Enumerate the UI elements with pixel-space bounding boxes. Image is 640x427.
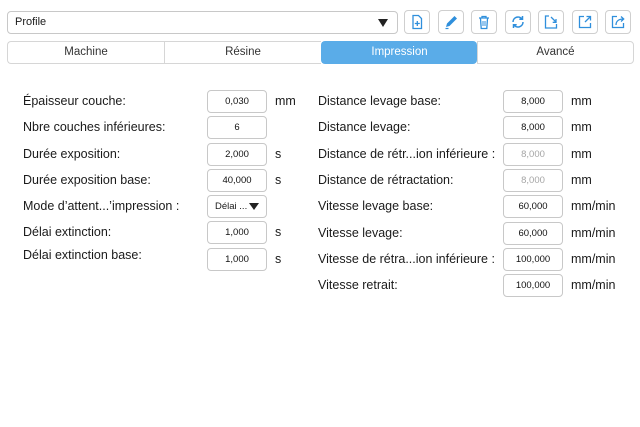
edit-icon <box>445 16 457 30</box>
bottom-exposure-input[interactable]: 40,000 <box>207 169 267 192</box>
bottom-lift-distance-input[interactable]: 8,000 <box>503 90 563 113</box>
lift-distance-label: Distance levage: <box>318 120 411 134</box>
share-icon <box>611 15 625 29</box>
retract-distance-input[interactable]: 8,000 <box>503 169 563 192</box>
tab-impression[interactable]: Impression <box>321 41 477 64</box>
bottom-light-off-delay-label: Délai extinction base: <box>23 248 142 262</box>
lift-distance-input[interactable]: 8,000 <box>503 116 563 139</box>
retract-distance-unit: mm <box>571 173 592 187</box>
profile-select-value: Profile <box>15 16 47 28</box>
lift-speed-input[interactable]: 60,000 <box>503 222 563 245</box>
trash-icon <box>479 15 489 30</box>
bottom-light-off-delay-unit: s <box>275 252 282 266</box>
retract-speed-label: Vitesse retrait: <box>318 278 398 292</box>
bottom-retract-speed-label: Vitesse de rétra...ion inférieure : <box>318 252 495 266</box>
retract-speed-input[interactable]: 100,000 <box>503 274 563 297</box>
bottom-retract-speed-unit: mm/min <box>571 252 616 266</box>
tab-machine[interactable]: Machine <box>7 41 164 64</box>
layer-thickness-unit: mm <box>275 94 296 108</box>
refresh-icon <box>512 16 524 28</box>
delete-button[interactable] <box>471 10 497 34</box>
lift-distance-unit: mm <box>571 120 592 134</box>
chevron-down-icon <box>378 19 388 27</box>
lift-speed-label: Vitesse levage: <box>318 226 403 240</box>
bottom-layers-input[interactable]: 6 <box>207 116 267 139</box>
profile-select[interactable]: Profile <box>7 11 398 34</box>
light-off-delay-label: Délai extinction: <box>23 225 112 239</box>
share-button[interactable] <box>605 10 631 34</box>
export-button[interactable] <box>572 10 598 34</box>
bottom-retract-distance-input[interactable]: 8,000 <box>503 143 563 166</box>
bottom-light-off-delay-input[interactable]: 1,000 <box>207 248 267 271</box>
add-file-button[interactable] <box>404 10 430 34</box>
bottom-layers-label: Nbre couches inférieures: <box>23 120 166 134</box>
wait-mode-label: Mode d’attent...’impression : <box>23 199 180 213</box>
layer-thickness-label: Épaisseur couche: <box>23 94 126 108</box>
layer-thickness-input[interactable]: 0,030 <box>207 90 267 113</box>
bottom-exposure-unit: s <box>275 173 282 187</box>
wait-mode-select[interactable]: Délai ... <box>207 195 267 218</box>
exposure-time-unit: s <box>275 147 282 161</box>
bottom-lift-distance-unit: mm <box>571 94 592 108</box>
bottom-exposure-label: Durée exposition base: <box>23 173 151 187</box>
exposure-time-input[interactable]: 2,000 <box>207 143 267 166</box>
light-off-delay-input[interactable]: 1,000 <box>207 221 267 244</box>
chevron-down-icon <box>249 203 259 210</box>
refresh-button[interactable] <box>505 10 531 34</box>
bottom-retract-speed-input[interactable]: 100,000 <box>503 248 563 271</box>
bottom-lift-speed-input[interactable]: 60,000 <box>503 195 563 218</box>
add-file-icon <box>412 14 423 30</box>
light-off-delay-unit: s <box>275 225 282 239</box>
retract-speed-unit: mm/min <box>571 278 616 292</box>
bottom-retract-distance-unit: mm <box>571 147 592 161</box>
tab-bar: Machine Résine Impression Avancé <box>7 41 634 64</box>
wait-mode-value: Délai ... <box>215 201 248 212</box>
exposure-time-label: Durée exposition: <box>23 147 121 161</box>
tab-avance[interactable]: Avancé <box>477 41 634 64</box>
tab-resine[interactable]: Résine <box>164 41 321 64</box>
bottom-lift-distance-label: Distance levage base: <box>318 94 441 108</box>
bottom-lift-speed-label: Vitesse levage base: <box>318 199 434 213</box>
bottom-retract-distance-label: Distance de rétr...ion inférieure : <box>318 147 496 161</box>
import-button[interactable] <box>538 10 564 34</box>
export-icon <box>578 15 592 29</box>
edit-button[interactable] <box>438 10 464 34</box>
import-icon <box>544 15 558 29</box>
lift-speed-unit: mm/min <box>571 226 616 240</box>
bottom-lift-speed-unit: mm/min <box>571 199 616 213</box>
retract-distance-label: Distance de rétractation: <box>318 173 454 187</box>
